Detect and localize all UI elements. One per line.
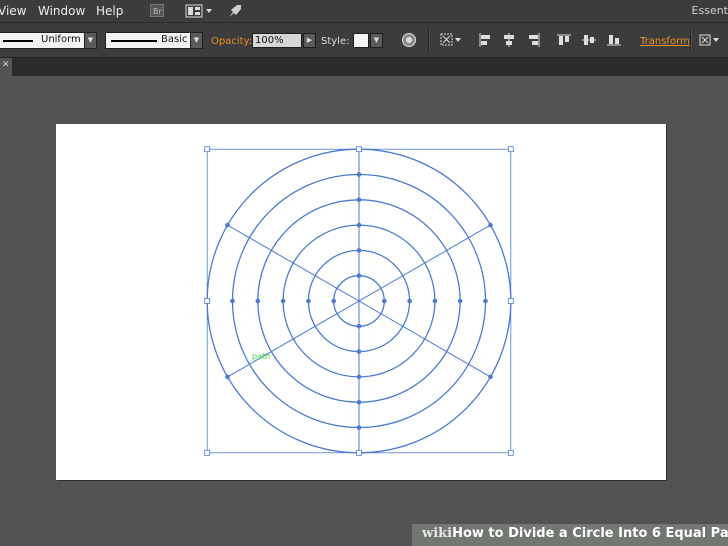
anchor-point[interactable] [483,298,488,304]
anchor-point[interactable] [331,298,337,304]
anchor-point[interactable] [356,399,362,405]
anchor-point[interactable] [356,172,362,177]
align-vertical-center-icon[interactable] [580,31,598,49]
anchor-point[interactable] [225,222,230,228]
brush-definition-dropdown[interactable]: Basic ▼ [105,32,203,49]
align-right-icon[interactable] [525,31,543,49]
control-panel: Uniform ▼ Basic ▼ Opacity: 100% ▶ Style:… [0,23,728,58]
artwork-canvas[interactable]: path [56,124,666,480]
anchor-point[interactable] [432,298,438,304]
menu-help[interactable]: Help [96,4,123,18]
bounding-box-handle[interactable] [507,449,514,456]
anchor-point[interactable] [356,425,362,430]
align-top-icon[interactable] [555,31,573,49]
bounding-box-handle[interactable] [204,146,211,153]
anchor-point[interactable] [382,298,387,304]
anchor-point[interactable] [407,298,412,304]
circle-group[interactable] [204,146,514,456]
anchor-point[interactable] [488,222,493,228]
wikihow-watermark: wikiHow to Divide a Circle Into 6 Equal … [422,526,728,541]
anchor-point[interactable] [356,273,362,278]
menu-view[interactable]: View [0,4,26,18]
variable-width-profile-dropdown[interactable]: Uniform ▼ [0,32,97,49]
anchor-point[interactable] [356,349,362,354]
brush-label: Basic [161,34,188,45]
anchor-point[interactable] [356,222,362,228]
anchor-point[interactable] [255,298,261,304]
opacity-input[interactable]: 100% [252,33,302,48]
bounding-box-handle[interactable] [356,449,362,456]
separator [428,29,430,51]
svg-text:Br: Br [153,7,162,16]
bounding-box-handle[interactable] [507,146,514,153]
wikihow-title: How to Divide a Circle Into 6 Equal Part… [452,526,728,541]
align-horizontal-center-icon[interactable] [500,31,518,49]
menu-bar: View Window Help Br Essent [0,0,728,23]
bounding-box-handle[interactable] [204,449,211,456]
anchor-point[interactable] [356,248,362,253]
menu-window[interactable]: Window [38,4,85,18]
anchor-point[interactable] [356,324,362,329]
isolate-selected-icon[interactable] [698,31,720,49]
transform-link[interactable]: Transform [640,36,690,47]
chevron-down-icon[interactable]: ▼ [84,32,97,49]
brush-line-preview [111,40,157,42]
align-to-selection-icon[interactable] [440,31,462,49]
anchor-point[interactable] [230,298,235,304]
chevron-down-icon[interactable]: ▼ [190,32,203,49]
separator [690,29,692,51]
gpu-rocket-icon[interactable] [226,2,244,19]
document-tab[interactable]: ✕ [0,58,12,76]
graphic-style-swatch[interactable] [353,33,369,48]
anchor-point[interactable] [488,374,493,380]
anchor-point[interactable] [356,374,362,380]
anchor-point[interactable] [356,197,362,203]
wikihow-brand: wiki [422,526,453,541]
stroke-line-preview [3,40,33,42]
bounding-box-handle[interactable] [204,298,211,304]
align-bottom-icon[interactable] [605,31,623,49]
document-tab-strip: ✕ [0,58,728,76]
artboard[interactable]: path [56,124,666,480]
chevron-down-icon[interactable]: ▼ [370,33,383,48]
arrange-documents-icon[interactable] [184,2,214,19]
bounding-box-handle[interactable] [507,298,514,304]
opacity-slider-arrow-icon[interactable]: ▶ [303,33,316,48]
bridge-icon[interactable]: Br [148,2,166,19]
anchor-point[interactable] [225,374,230,380]
bounding-box-handle[interactable] [356,146,362,153]
anchor-point[interactable] [306,298,311,304]
anchor-point[interactable] [457,298,463,304]
close-icon[interactable]: ✕ [2,60,10,70]
anchor-point[interactable] [280,298,286,304]
path-hover-label: path [252,352,270,361]
recolor-artwork-icon[interactable] [400,31,418,49]
style-label: Style: [321,36,350,47]
workspace-switcher[interactable]: Essent [692,4,728,17]
align-left-icon[interactable] [476,31,494,49]
stroke-profile-label: Uniform [41,34,81,45]
opacity-label[interactable]: Opacity: [211,36,252,47]
